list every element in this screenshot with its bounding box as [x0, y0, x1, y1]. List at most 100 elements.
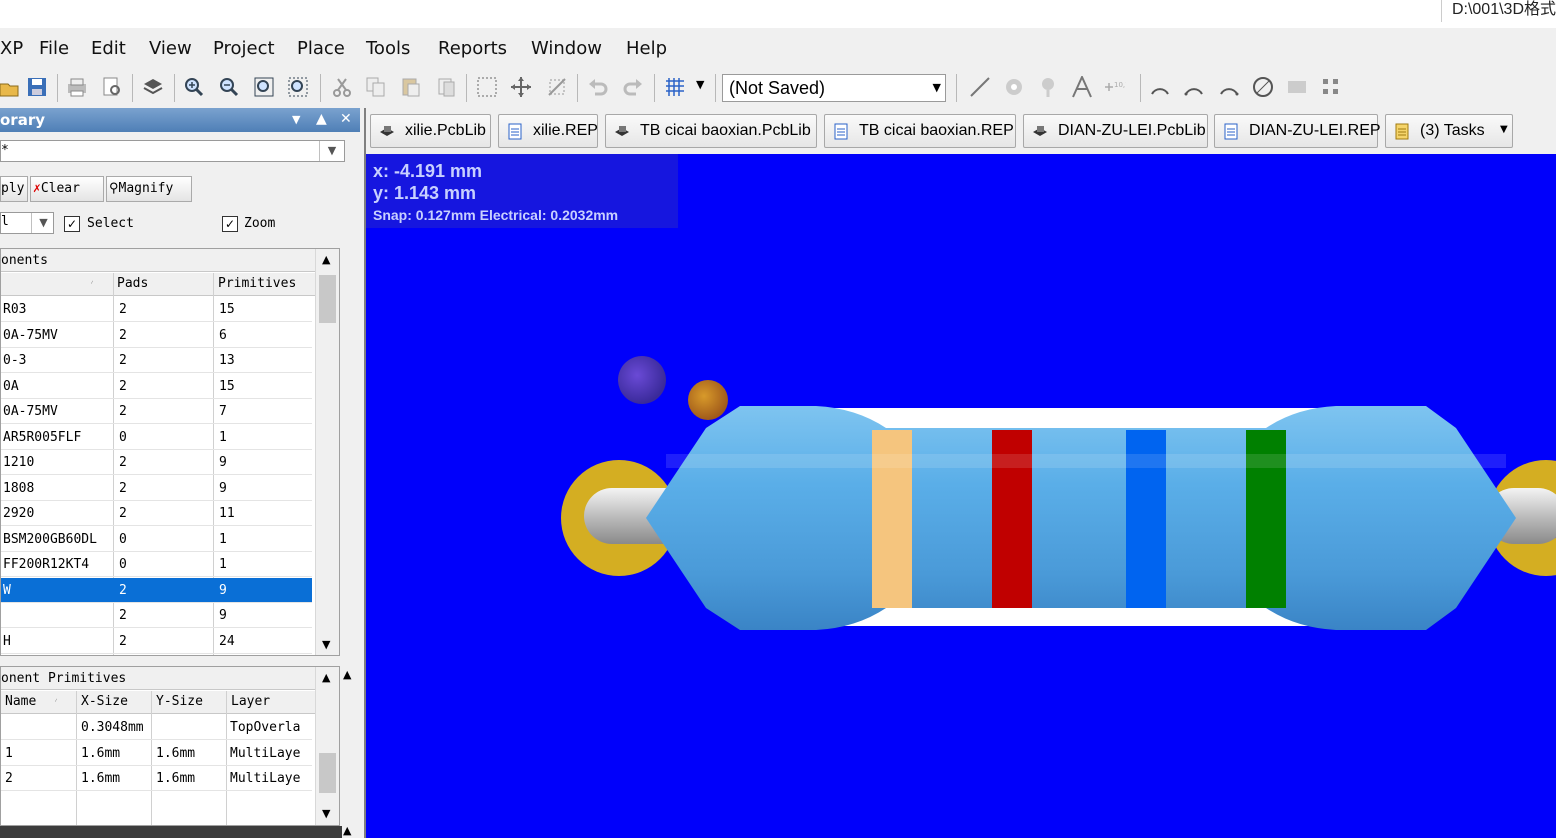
column-header-name[interactable]: Name: [5, 689, 36, 714]
view-configuration-select[interactable]: (Not Saved) ▼: [722, 74, 946, 102]
select-checkbox[interactable]: ✓: [64, 216, 80, 232]
table-row[interactable]: AR5R005FLF 0 1: [1, 425, 312, 450]
fill-icon[interactable]: [1286, 76, 1308, 98]
select-area-icon[interactable]: [476, 76, 498, 98]
chevron-down-icon[interactable]: ▼: [1500, 124, 1508, 135]
table-row[interactable]: 1 1.6mm 1.6mm MultiLaye: [1, 741, 312, 766]
table-row[interactable]: R03 2 15: [1, 297, 312, 322]
menu-reports[interactable]: Reports: [438, 34, 507, 64]
circle-icon[interactable]: [1252, 76, 1274, 98]
tab-tb-cicai-baoxian-pcblib[interactable]: TB cicai baoxian.PcbLib: [605, 114, 817, 148]
menu-file[interactable]: File: [39, 34, 69, 64]
table-row[interactable]: W 2 9: [1, 577, 312, 603]
coordinate-icon[interactable]: 10,10: [1104, 76, 1126, 98]
arc-center-icon[interactable]: [1149, 76, 1171, 98]
mask-input[interactable]: * ▼: [0, 140, 345, 162]
menu-view[interactable]: View: [149, 34, 192, 64]
tab-tb-cicai-baoxian-rep[interactable]: TB cicai baoxian.REP: [824, 114, 1016, 148]
chevron-down-icon[interactable]: ▼: [933, 75, 941, 101]
scroll-thumb[interactable]: [319, 275, 336, 323]
menu-help[interactable]: Help: [626, 34, 667, 64]
column-header-y-size[interactable]: Y-Size: [156, 689, 203, 714]
table-row[interactable]: 0A 2 15: [1, 374, 312, 399]
scroll-up-icon[interactable]: ▲: [322, 671, 330, 684]
open-icon[interactable]: [0, 76, 22, 98]
grid-icon[interactable]: [664, 76, 686, 98]
undo-icon[interactable]: [587, 76, 609, 98]
paste-icon[interactable]: [400, 76, 422, 98]
table-row[interactable]: FF200R12KT4 0 1: [1, 552, 312, 577]
table-row[interactable]: 1808 2 9: [1, 476, 312, 501]
table-row[interactable]: 0A-75MV 2 7: [1, 399, 312, 424]
table-row[interactable]: 2920 2 11: [1, 501, 312, 526]
line-icon[interactable]: [969, 76, 991, 98]
apply-button[interactable]: ply: [0, 176, 28, 202]
chevron-down-icon[interactable]: ▼: [31, 213, 55, 233]
arc-any-icon[interactable]: [1218, 76, 1240, 98]
table-row[interactable]: 1210 2 9: [1, 450, 312, 475]
print-preview-icon[interactable]: [101, 76, 123, 98]
column-header-x-size[interactable]: X-Size: [81, 689, 128, 714]
scroll-down-icon[interactable]: ▼: [322, 807, 330, 820]
column-header-primitives[interactable]: Primitives: [218, 271, 296, 296]
components-scrollbar[interactable]: ▲ ▼: [315, 249, 339, 655]
sort-ascending-icon[interactable]: ⁄: [55, 689, 57, 714]
tab-dian-zu-lei-rep[interactable]: DIAN-ZU-LEI.REP: [1214, 114, 1381, 148]
zoom-out-icon[interactable]: [218, 76, 240, 98]
redo-icon[interactable]: [622, 76, 644, 98]
grid-dropdown-arrow[interactable]: ▼: [696, 78, 704, 91]
magnify-button[interactable]: ⚲Magnify: [106, 176, 192, 202]
scroll-thumb[interactable]: [319, 753, 336, 793]
table-row[interactable]: 2 1.6mm 1.6mm MultiLaye: [1, 766, 312, 791]
scroll-down-icon[interactable]: ▼: [322, 638, 330, 651]
panel-expand-icon[interactable]: ▲: [343, 824, 351, 837]
zoom-checkbox[interactable]: ✓: [222, 216, 238, 232]
rubber-stamp-icon[interactable]: [435, 76, 457, 98]
primitives-scrollbar[interactable]: ▲ ▼: [315, 667, 339, 825]
table-row[interactable]: H 2 24: [1, 629, 312, 654]
menu-tools[interactable]: Tools: [366, 34, 410, 64]
chevron-down-icon[interactable]: ▼: [319, 141, 344, 161]
sort-ascending-icon[interactable]: ⁄: [91, 271, 93, 296]
column-header-pads[interactable]: Pads: [117, 271, 148, 296]
column-header-layer[interactable]: Layer: [231, 689, 270, 714]
menu-place[interactable]: Place: [297, 34, 345, 64]
save-icon[interactable]: [26, 76, 48, 98]
resistor-body[interactable]: [646, 406, 1516, 630]
cut-icon[interactable]: [331, 76, 353, 98]
arc-edge-icon[interactable]: [1183, 76, 1205, 98]
copy-icon[interactable]: [365, 76, 387, 98]
tab-xilie-pcblib[interactable]: xilie.PcbLib: [370, 114, 491, 148]
move-icon[interactable]: [510, 76, 532, 98]
string-icon[interactable]: [1071, 76, 1093, 98]
zoom-selection-icon[interactable]: [287, 76, 309, 98]
panel-menu-chevron-icon[interactable]: ▼: [292, 113, 300, 126]
filter-scope-select[interactable]: l ▼: [0, 212, 54, 234]
pad-icon[interactable]: [1003, 76, 1025, 98]
menu-edit[interactable]: Edit: [91, 34, 126, 64]
zoom-fit-icon[interactable]: [253, 76, 275, 98]
menu-xp[interactable]: XP: [0, 34, 23, 64]
layer-icon[interactable]: [142, 76, 164, 98]
table-row[interactable]: 0A-75MV 2 6: [1, 323, 312, 348]
array-icon[interactable]: [1320, 76, 1342, 98]
table-row[interactable]: 0-3 2 13: [1, 348, 312, 373]
clear-button[interactable]: ✗Clear: [30, 176, 104, 202]
pin-icon[interactable]: ▲: [316, 111, 327, 127]
menu-window[interactable]: Window: [531, 34, 602, 64]
menu-project[interactable]: Project: [213, 34, 275, 64]
table-row[interactable]: 0.3048mm TopOverla: [1, 715, 312, 740]
via-icon[interactable]: [1037, 76, 1059, 98]
zoom-in-icon[interactable]: [183, 76, 205, 98]
panel-collapse-icon[interactable]: ▲: [343, 668, 351, 681]
deselect-icon[interactable]: [546, 76, 568, 98]
tab-tasks[interactable]: (3) Tasks ▼: [1385, 114, 1513, 148]
table-row[interactable]: 29: [1, 603, 312, 628]
tab-dian-zu-lei-pcblib[interactable]: DIAN-ZU-LEI.PcbLib: [1023, 114, 1208, 148]
close-icon[interactable]: ✕: [340, 111, 352, 127]
print-icon[interactable]: [66, 76, 88, 98]
pcb-3d-viewport[interactable]: x: -4.191 mm y: 1.143 mm Snap: 0.127mm E…: [366, 154, 1556, 838]
table-row[interactable]: BSM200GB60DL 0 1: [1, 527, 312, 552]
scroll-up-icon[interactable]: ▲: [322, 253, 330, 266]
tab-xilie-rep[interactable]: xilie.REP: [498, 114, 598, 148]
